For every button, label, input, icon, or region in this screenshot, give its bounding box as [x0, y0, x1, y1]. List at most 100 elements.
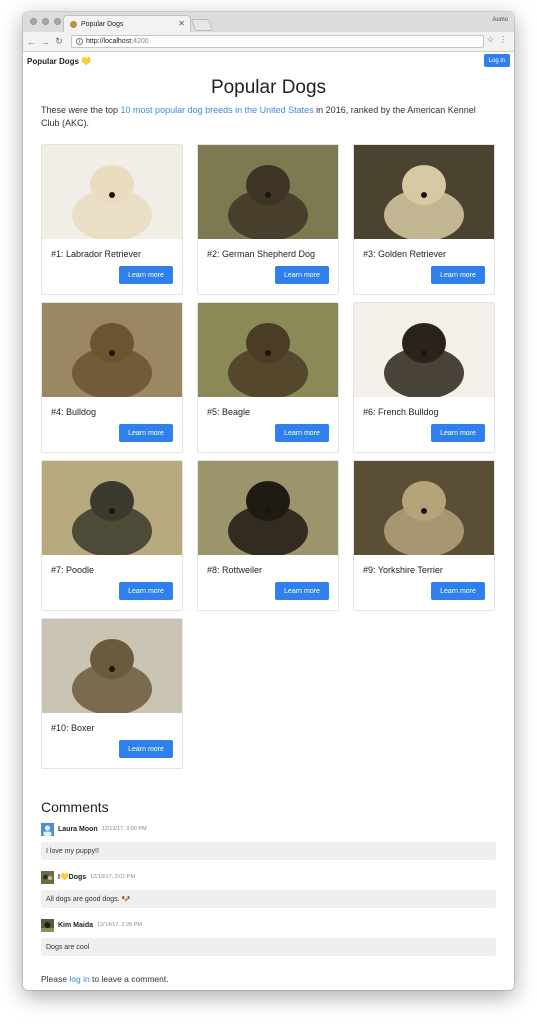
tab-strip: Popular Dogs ✕ Aumo: [23, 12, 514, 32]
dog-photo-image: [354, 303, 494, 397]
learn-more-button[interactable]: Learn more: [275, 582, 329, 600]
back-icon[interactable]: ←: [25, 37, 37, 47]
browser-window: Popular Dogs ✕ Aumo ← → ↻ i http://local…: [23, 12, 514, 990]
page-title: Popular Dogs: [210, 77, 327, 98]
login-prompt-pre: Please: [41, 974, 70, 984]
dog-photo[interactable]: [354, 145, 494, 239]
tab-title: Popular Dogs: [81, 20, 124, 28]
dog-photo[interactable]: [198, 145, 338, 239]
dog-name: #9: Yorkshire Terrier: [363, 565, 443, 575]
learn-more-button[interactable]: Learn more: [119, 740, 173, 758]
dog-photo-image: [42, 461, 182, 555]
dog-photo[interactable]: [42, 619, 182, 713]
dog-photo-image: [42, 619, 182, 713]
close-tab-icon[interactable]: ✕: [178, 19, 185, 28]
dog-card: #10: Boxer Learn more: [41, 618, 183, 769]
dog-card: #1: Labrador Retriever Learn more: [41, 144, 183, 295]
dog-card: #3: Golden Retriever Learn more: [353, 144, 495, 295]
dog-name: #2: German Shepherd Dog: [207, 249, 316, 259]
learn-more-button[interactable]: Learn more: [431, 266, 485, 284]
minimize-window-button[interactable]: [42, 18, 49, 25]
avatar: [41, 870, 54, 884]
comment-time: 12/14/17, 2:26 PM: [97, 922, 142, 928]
comment-item: Kim Maida 12/14/17, 2:26 PM Dogs are coo…: [41, 918, 496, 956]
comments-heading: Comments: [41, 799, 109, 815]
dog-photo[interactable]: [42, 303, 182, 397]
dog-name: #3: Golden Retriever: [363, 249, 447, 259]
dog-photo[interactable]: [354, 461, 494, 555]
dog-name: #5: Beagle: [207, 407, 251, 417]
avatar: [41, 822, 54, 836]
dog-name: #10: Boxer: [51, 723, 95, 733]
learn-more-button[interactable]: Learn more: [275, 424, 329, 442]
dog-card: #6: French Bulldog Learn more: [353, 302, 495, 453]
avatar: [41, 918, 54, 932]
browser-tab[interactable]: Popular Dogs ✕: [63, 15, 191, 32]
dog-card: #5: Beagle Learn more: [197, 302, 339, 453]
url-port: :4200: [131, 38, 149, 45]
dog-name: #8: Rottweiler: [207, 565, 263, 575]
login-link[interactable]: log in: [69, 974, 89, 984]
profile-name[interactable]: Aumo: [492, 17, 508, 23]
learn-more-button[interactable]: Learn more: [431, 582, 485, 600]
favicon-icon: [70, 20, 77, 28]
brand-link[interactable]: Popular Dogs 💛: [27, 57, 91, 66]
dog-card: #7: Poodle Learn more: [41, 460, 183, 611]
comment-time: 12/13/17, 3:00 PM: [101, 826, 147, 832]
dog-photo-image: [42, 303, 182, 397]
learn-more-button[interactable]: Learn more: [119, 424, 173, 442]
new-tab-button[interactable]: [190, 19, 214, 31]
dog-photo-image: [198, 145, 338, 239]
comment-text: Dogs are cool: [41, 938, 496, 956]
login-prompt-post: to leave a comment.: [89, 974, 169, 984]
bookmark-star-icon[interactable]: ☆: [487, 35, 494, 44]
learn-more-button[interactable]: Learn more: [275, 266, 329, 284]
learn-more-button[interactable]: Learn more: [431, 424, 485, 442]
comment-text: All dogs are good dogs. 🐶: [41, 890, 496, 908]
dog-photo[interactable]: [354, 303, 494, 397]
comment-header: Kim Maida 12/14/17, 2:26 PM: [41, 918, 496, 932]
dog-name: #1: Labrador Retriever: [51, 249, 142, 259]
dog-photo[interactable]: [198, 303, 338, 397]
dog-photo-image: [354, 145, 494, 239]
app-navbar: Popular Dogs 💛 Log in: [23, 52, 514, 72]
dog-card: #9: Yorkshire Terrier Learn more: [353, 460, 495, 611]
dog-photo-image: [42, 145, 182, 239]
dog-photo-image: [198, 461, 338, 555]
intro-link[interactable]: 10 most popular dog breeds in the United…: [121, 105, 314, 115]
dog-photo[interactable]: [42, 461, 182, 555]
dog-card: #4: Bulldog Learn more: [41, 302, 183, 453]
dog-photo[interactable]: [198, 461, 338, 555]
learn-more-button[interactable]: Learn more: [119, 266, 173, 284]
dog-photo-image: [198, 303, 338, 397]
comment-item: I💛Dogs 12/13/17, 3:01 PM All dogs are go…: [41, 870, 496, 908]
maximize-window-button[interactable]: [54, 18, 61, 25]
comment-item: Laura Moon 12/13/17, 3:00 PM I love my p…: [41, 822, 496, 860]
address-bar: ← → ↻ i http://localhost:4200 ☆ ⋮: [23, 32, 514, 52]
info-icon[interactable]: i: [76, 38, 83, 45]
comment-author: Kim Maida: [58, 921, 94, 929]
dog-photo-image: [354, 461, 494, 555]
intro-text: These were the top 10 most popular dog b…: [41, 104, 496, 129]
dog-photo[interactable]: [42, 145, 182, 239]
dog-grid: #1: Labrador Retriever Learn more #2: Ger…: [41, 144, 495, 769]
comment-time: 12/13/17, 3:01 PM: [90, 874, 136, 880]
forward-icon[interactable]: →: [39, 37, 51, 47]
dog-card: #8: Rottweiler Learn more: [197, 460, 339, 611]
intro-pre: These were the top: [41, 105, 121, 115]
comment-text: I love my puppy!!: [41, 842, 496, 860]
comment-header: Laura Moon 12/13/17, 3:00 PM: [41, 822, 496, 836]
dog-name: #7: Poodle: [51, 565, 95, 575]
window-controls: [30, 18, 61, 25]
comment-author: I💛Dogs: [58, 874, 87, 881]
learn-more-button[interactable]: Learn more: [119, 582, 173, 600]
reload-icon[interactable]: ↻: [53, 36, 65, 47]
login-button[interactable]: Log in: [483, 54, 510, 67]
url-input[interactable]: i http://localhost:4200: [71, 35, 484, 48]
dog-name: #4: Bulldog: [51, 407, 97, 417]
dog-card: #2: German Shepherd Dog Learn more: [197, 144, 339, 295]
comment-header: I💛Dogs 12/13/17, 3:01 PM: [41, 870, 496, 884]
browser-menu-icon[interactable]: ⋮: [499, 35, 507, 44]
close-window-button[interactable]: [30, 18, 37, 25]
page-content: Popular Dogs 💛 Log in Popular Dogs These…: [23, 52, 514, 990]
